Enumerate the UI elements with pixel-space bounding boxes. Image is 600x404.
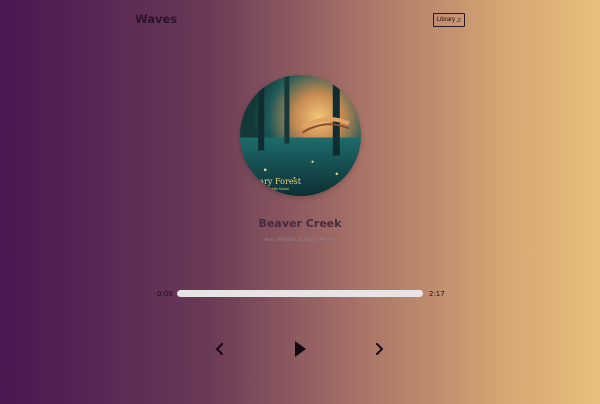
album-cover: nary Forest ool, Aso, Middle School <box>240 75 361 196</box>
playback-controls <box>0 338 600 360</box>
app-title: Waves <box>135 12 178 26</box>
music-note-icon: ♫ <box>456 16 462 24</box>
play-button[interactable] <box>290 338 310 360</box>
library-label: Library <box>436 17 456 23</box>
previous-button[interactable] <box>212 342 228 356</box>
progress-bar[interactable] <box>177 290 423 297</box>
total-time: 2:17 <box>429 290 445 298</box>
cover-text-line2: ool, Aso, Middle School <box>254 187 289 191</box>
track-title: Beaver Creek <box>258 217 342 230</box>
album-art-image: nary Forest ool, Aso, Middle School <box>240 75 361 196</box>
next-button[interactable] <box>371 342 387 356</box>
track-artist: Aso, Middle School, Aviino <box>264 237 336 243</box>
header: Waves Library ♫ <box>0 0 600 40</box>
chevron-left-icon <box>216 343 223 355</box>
library-button[interactable]: Library ♫ <box>433 13 465 27</box>
current-time: 0:00 <box>157 290 173 298</box>
play-icon <box>295 341 306 357</box>
cover-text-line1: nary Forest <box>254 177 302 186</box>
chevron-right-icon <box>376 343 383 355</box>
